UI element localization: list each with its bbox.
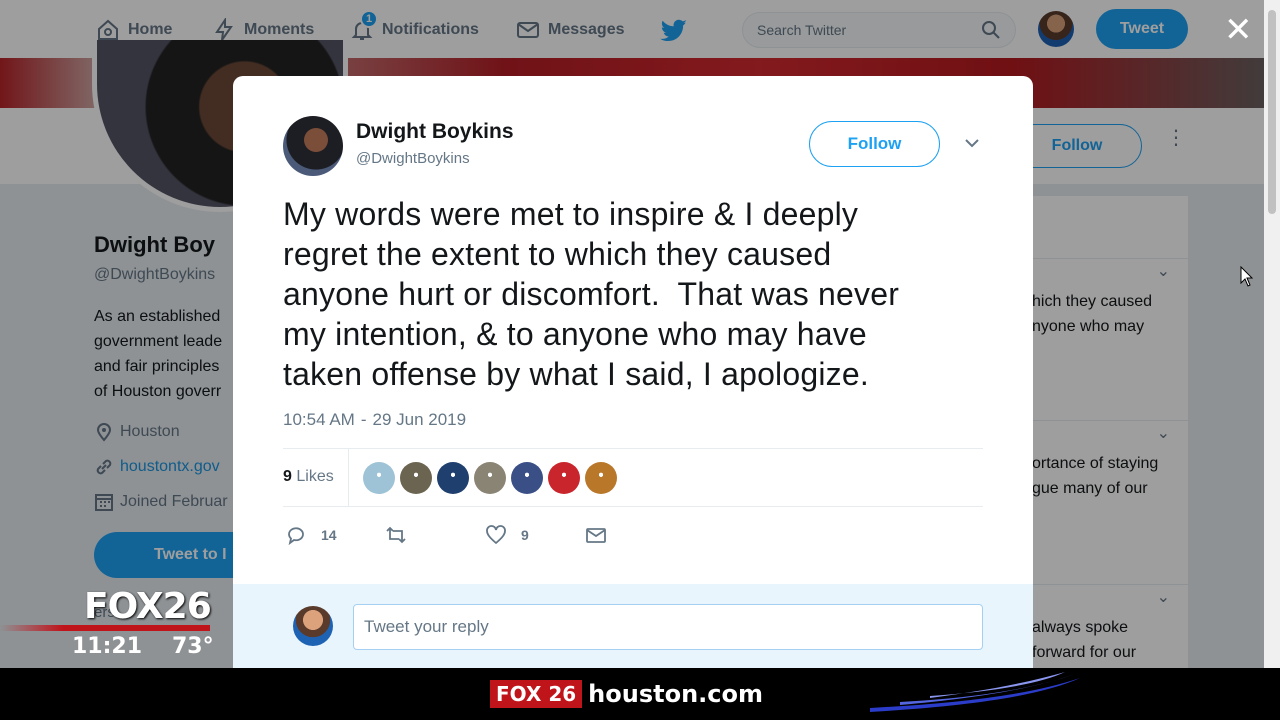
liker-avatars	[363, 462, 617, 494]
tweet-line: regret the extent to which they caused	[283, 236, 832, 272]
tweet-modal: Dwight Boykins @DwightBoykins Follow My …	[233, 76, 1033, 668]
liker-avatar[interactable]	[585, 462, 617, 494]
direct-message-button[interactable]	[585, 524, 607, 546]
ticker-brand: FOX 26 houston.com	[490, 676, 763, 712]
tweet-line: anyone hurt or discomfort. That was neve…	[283, 276, 900, 312]
divider	[283, 448, 983, 449]
author-handle[interactable]: @DwightBoykins	[356, 150, 470, 167]
likes-stat[interactable]: 9 Likes	[283, 468, 334, 486]
liker-avatar[interactable]	[474, 462, 506, 494]
fox-accent-bar	[0, 625, 210, 631]
liker-avatar[interactable]	[511, 462, 543, 494]
follow-button[interactable]: Follow	[809, 121, 940, 167]
liker-avatar[interactable]	[548, 462, 580, 494]
retweet-button[interactable]	[385, 524, 407, 546]
reply-button[interactable]: 14	[285, 524, 337, 546]
author-name[interactable]: Dwight Boykins	[356, 120, 514, 144]
broadcast-temperature: 73°	[172, 634, 214, 659]
close-icon[interactable]: ✕	[1224, 13, 1253, 47]
like-button[interactable]: 9	[485, 524, 529, 546]
like-count: 9	[521, 527, 529, 543]
timestamp-separator: -	[360, 410, 367, 429]
scrollbar[interactable]	[1264, 0, 1280, 668]
reply-input[interactable]: Tweet your reply	[353, 604, 983, 650]
author-avatar[interactable]	[283, 116, 343, 176]
broadcast-time: 11:21	[72, 634, 143, 659]
mouse-cursor-icon	[1240, 266, 1254, 287]
chevron-down-icon[interactable]	[964, 137, 980, 149]
likes-label: Likes	[296, 468, 334, 485]
envelope-icon	[586, 528, 606, 543]
fox26-logo: FOX26	[84, 586, 212, 627]
reply-composer: Tweet your reply	[233, 584, 1033, 668]
retweet-icon	[386, 526, 406, 544]
scrollbar-thumb[interactable]	[1268, 10, 1276, 214]
user-avatar	[293, 606, 333, 646]
ticker-fox-badge: FOX 26	[490, 680, 583, 708]
swoosh-graphic	[870, 672, 1080, 712]
ticker-site: houston.com	[588, 680, 764, 708]
twitter-background-page: Home Moments 1 Notifications Messages Se…	[0, 0, 1264, 668]
liker-avatar[interactable]	[363, 462, 395, 494]
reply-icon	[288, 527, 304, 546]
tweet-line: my intention, & to anyone who may have	[283, 316, 867, 352]
liker-avatar[interactable]	[400, 462, 432, 494]
broadcast-ticker: FOX 26 houston.com	[0, 668, 1280, 720]
tweet-body: My words were met to inspire & I deeply …	[283, 194, 983, 394]
tweet-actions: 14 9	[283, 524, 683, 548]
tweet-line: taken offense by what I said, I apologiz…	[283, 356, 869, 392]
divider	[348, 449, 349, 507]
liker-avatar[interactable]	[437, 462, 469, 494]
divider	[283, 506, 983, 507]
tweet-timestamp[interactable]: 10:54 AM - 29 Jun 2019	[283, 410, 466, 430]
likes-count: 9	[283, 468, 292, 485]
tweet-line: My words were met to inspire & I deeply	[283, 196, 859, 232]
reply-placeholder: Tweet your reply	[364, 617, 489, 636]
heart-icon	[486, 525, 506, 545]
tweet-date: 29 Jun 2019	[372, 410, 467, 429]
tweet-time: 10:54 AM	[283, 410, 355, 429]
reply-count: 14	[321, 527, 337, 543]
